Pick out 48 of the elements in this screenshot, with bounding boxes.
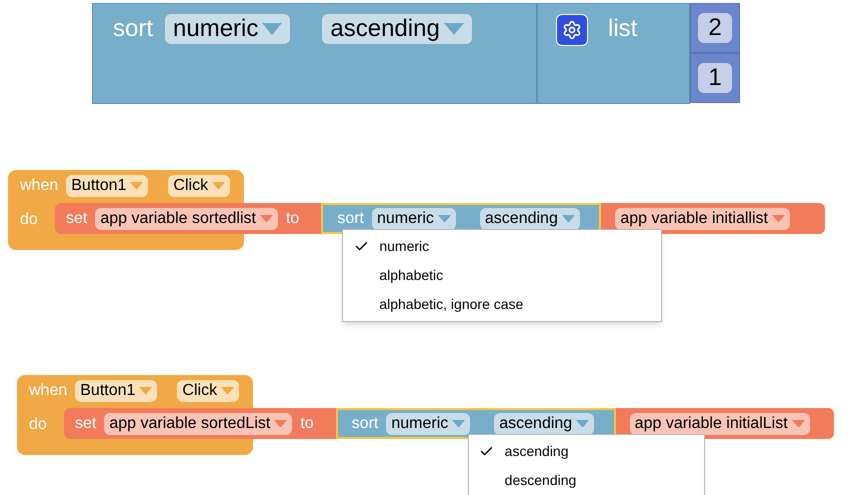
dropdown-field[interactable]: Click xyxy=(168,175,230,197)
dropdown-field[interactable]: ascending xyxy=(322,14,472,44)
block-label: when xyxy=(29,381,68,401)
menu-item[interactable]: descending xyxy=(468,466,704,495)
block-label: sort xyxy=(113,14,154,44)
block-label: when xyxy=(20,176,58,196)
block-label: set xyxy=(75,414,96,434)
block-label: do xyxy=(20,210,38,230)
caret-icon xyxy=(274,420,288,428)
caret-icon xyxy=(260,214,273,222)
block-label: to xyxy=(286,208,300,228)
caret-icon xyxy=(772,214,785,222)
menu-item[interactable]: alphabetic, ignore case xyxy=(343,290,662,319)
caret-icon xyxy=(139,387,152,395)
menu-item[interactable]: numeric xyxy=(343,232,662,261)
block-label: list xyxy=(608,14,638,44)
caret-icon xyxy=(221,387,234,395)
dropdown-field[interactable]: numeric xyxy=(165,14,290,44)
dropdown-field[interactable]: app variable sortedList xyxy=(104,412,292,434)
dropdown-field[interactable]: Button1 xyxy=(75,380,158,402)
dropdown-field[interactable]: app variable initiallist xyxy=(615,208,790,230)
dropdown-field[interactable]: ascending xyxy=(480,208,580,230)
dropdown-field[interactable]: app variable sortedlist xyxy=(95,208,278,230)
block-label: to xyxy=(300,414,314,434)
caret-icon xyxy=(452,420,466,428)
caret-icon xyxy=(792,420,805,428)
number-field[interactable]: 2 xyxy=(698,13,732,43)
dropdown-field[interactable]: Button1 xyxy=(66,175,148,197)
dropdown-field[interactable]: ascending xyxy=(494,412,594,434)
caret-icon xyxy=(562,214,575,222)
gear-icon[interactable] xyxy=(556,14,588,46)
dropdown-field[interactable]: numeric xyxy=(372,208,456,230)
caret-icon xyxy=(212,182,226,190)
block-label: sort xyxy=(352,414,378,434)
dropdown-field[interactable]: Click xyxy=(177,380,240,402)
block-label: set xyxy=(66,208,88,228)
caret-icon xyxy=(438,214,451,222)
number-field[interactable]: 1 xyxy=(698,63,732,93)
caret-icon xyxy=(130,182,144,190)
caret-icon xyxy=(262,23,282,35)
dropdown-field[interactable]: numeric xyxy=(386,412,470,434)
menu-item[interactable]: ascending xyxy=(468,437,704,466)
caret-icon xyxy=(444,23,464,35)
block-label: sort xyxy=(337,208,364,228)
block-label: do xyxy=(29,415,47,435)
caret-icon xyxy=(576,420,590,428)
menu-item[interactable]: alphabetic xyxy=(343,261,662,290)
dropdown-field[interactable]: app variable initialList xyxy=(630,412,810,434)
